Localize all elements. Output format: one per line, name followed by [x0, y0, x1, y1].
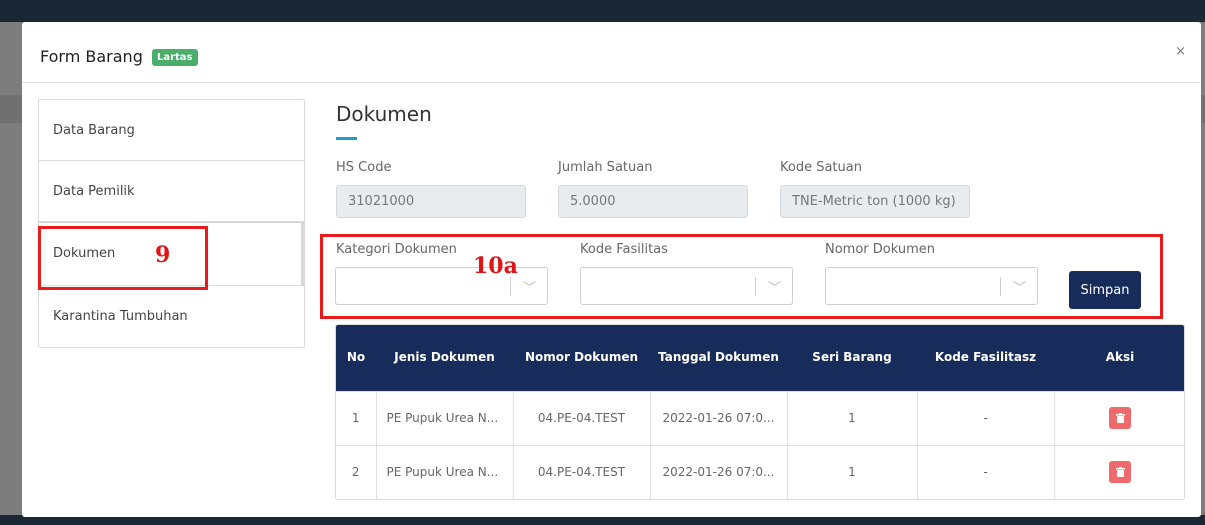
modal-header: Form Barang Lartas ×	[22, 22, 1201, 83]
cell-jenis-dokumen: PE Pupuk Urea N...	[376, 390, 514, 445]
sidebar-item-data-barang[interactable]: Data Barang	[39, 100, 304, 161]
sidebar-item-label: Karantina Tumbuhan	[53, 309, 188, 324]
kode-satuan-label: Kode Satuan	[780, 160, 862, 175]
annotation-label-10a: 10a	[473, 253, 518, 279]
cell-tanggal-dokumen: 2022-01-26 07:0...	[650, 444, 788, 499]
table-header-row: No Jenis Dokumen Nomor Dokumen Tanggal D…	[336, 325, 1184, 391]
title-underline	[336, 137, 357, 140]
hs-code-label: HS Code	[336, 160, 392, 175]
kode-satuan-field: Kode Satuan TNE-Metric ton (1000 kg)	[780, 160, 1002, 218]
column-header: Kode Fasilitasz	[917, 325, 1054, 391]
annotation-label-9: 9	[155, 242, 171, 268]
column-header: No	[336, 325, 376, 391]
readonly-fields-row: HS Code 31021000 Jumlah Satuan 5.0000 Ko…	[336, 160, 1186, 218]
jumlah-satuan-field: Jumlah Satuan 5.0000	[558, 160, 780, 218]
lartas-badge: Lartas	[151, 49, 198, 66]
cell-seri-barang: 1	[787, 390, 918, 445]
trash-icon[interactable]	[1109, 461, 1132, 484]
dokumen-table: No Jenis Dokumen Nomor Dokumen Tanggal D…	[335, 324, 1185, 500]
annotation-box-9	[38, 226, 208, 290]
trash-icon[interactable]	[1109, 407, 1132, 429]
column-header: Tanggal Dokumen	[650, 325, 787, 391]
cell-aksi	[1054, 390, 1184, 445]
column-header: Seri Barang	[787, 325, 917, 391]
column-header: Jenis Dokumen	[376, 325, 513, 391]
cell-kode-fasilitas: -	[917, 444, 1055, 499]
cell-nomor-dokumen: 04.PE-04.TEST	[513, 390, 651, 445]
modal-title: Form Barang Lartas	[40, 47, 198, 68]
table-row: 1 PE Pupuk Urea N... 04.PE-04.TEST 2022-…	[336, 390, 1184, 445]
content-panel: Dokumen HS Code 31021000 Jumlah Satuan 5…	[336, 99, 1186, 218]
section-title: Dokumen	[336, 102, 432, 126]
jumlah-satuan-label: Jumlah Satuan	[558, 160, 653, 175]
hs-code-input: 31021000	[336, 185, 526, 218]
column-header: Aksi	[1054, 325, 1184, 391]
sidebar-item-data-pemilik[interactable]: Data Pemilik	[39, 161, 304, 222]
sidebar-item-label: Data Barang	[53, 122, 135, 138]
column-header: Nomor Dokumen	[513, 325, 650, 391]
kode-satuan-input: TNE-Metric ton (1000 kg)	[780, 185, 970, 218]
jumlah-satuan-input: 5.0000	[558, 185, 748, 218]
cell-seri-barang: 1	[787, 444, 918, 499]
cell-no: 2	[336, 444, 377, 499]
sidebar-item-karantina-tumbuhan[interactable]: Karantina Tumbuhan	[39, 286, 304, 347]
close-icon[interactable]: ×	[1175, 44, 1186, 59]
cell-kode-fasilitas: -	[917, 390, 1055, 445]
backdrop-top	[0, 0, 1205, 22]
cell-no: 1	[336, 390, 377, 445]
cell-nomor-dokumen: 04.PE-04.TEST	[513, 444, 651, 499]
hs-code-field: HS Code 31021000	[336, 160, 558, 218]
modal-title-text: Form Barang	[40, 47, 143, 66]
cell-aksi	[1054, 444, 1184, 499]
sidebar-item-label: Data Pemilik	[53, 183, 135, 199]
cell-tanggal-dokumen: 2022-01-26 07:0...	[650, 390, 788, 445]
sidebar: Data Barang Data Pemilik Dokumen Karanti…	[38, 99, 305, 348]
annotation-box-10a	[320, 234, 1163, 319]
cell-jenis-dokumen: PE Pupuk Urea N...	[376, 444, 514, 499]
table-row: 2 PE Pupuk Urea N... 04.PE-04.TEST 2022-…	[336, 444, 1184, 499]
